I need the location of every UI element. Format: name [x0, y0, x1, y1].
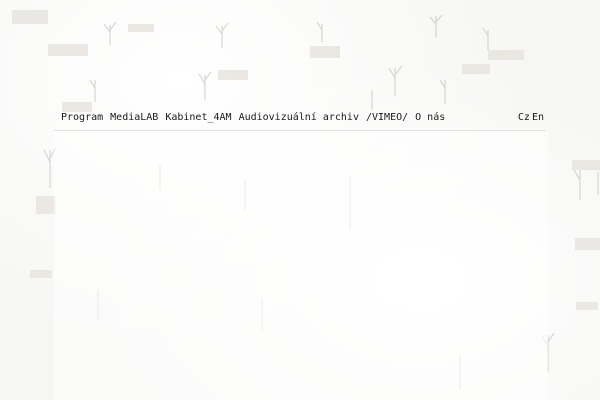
nav-item-medialab[interactable]: MediaLAB	[110, 112, 158, 123]
language-switcher: Cz En	[518, 112, 546, 123]
language-cz-link[interactable]: Cz	[518, 112, 530, 123]
nav-item-audiovisual-archive[interactable]: Audiovizuální archiv	[239, 112, 359, 123]
nav-item-program[interactable]: Program	[61, 112, 103, 123]
language-en-link[interactable]: En	[532, 112, 544, 123]
nav-item-kabinet-4am[interactable]: Kabinet_4AM	[165, 112, 231, 123]
main-navigation: Program MediaLAB Kabinet_4AM Audiovizuál…	[54, 104, 546, 131]
content-panel	[54, 130, 548, 400]
nav-menu: Program MediaLAB Kabinet_4AM Audiovizuál…	[54, 112, 445, 123]
nav-item-about[interactable]: O nás	[415, 112, 445, 123]
nav-item-vimeo[interactable]: /VIMEO/	[366, 112, 408, 123]
